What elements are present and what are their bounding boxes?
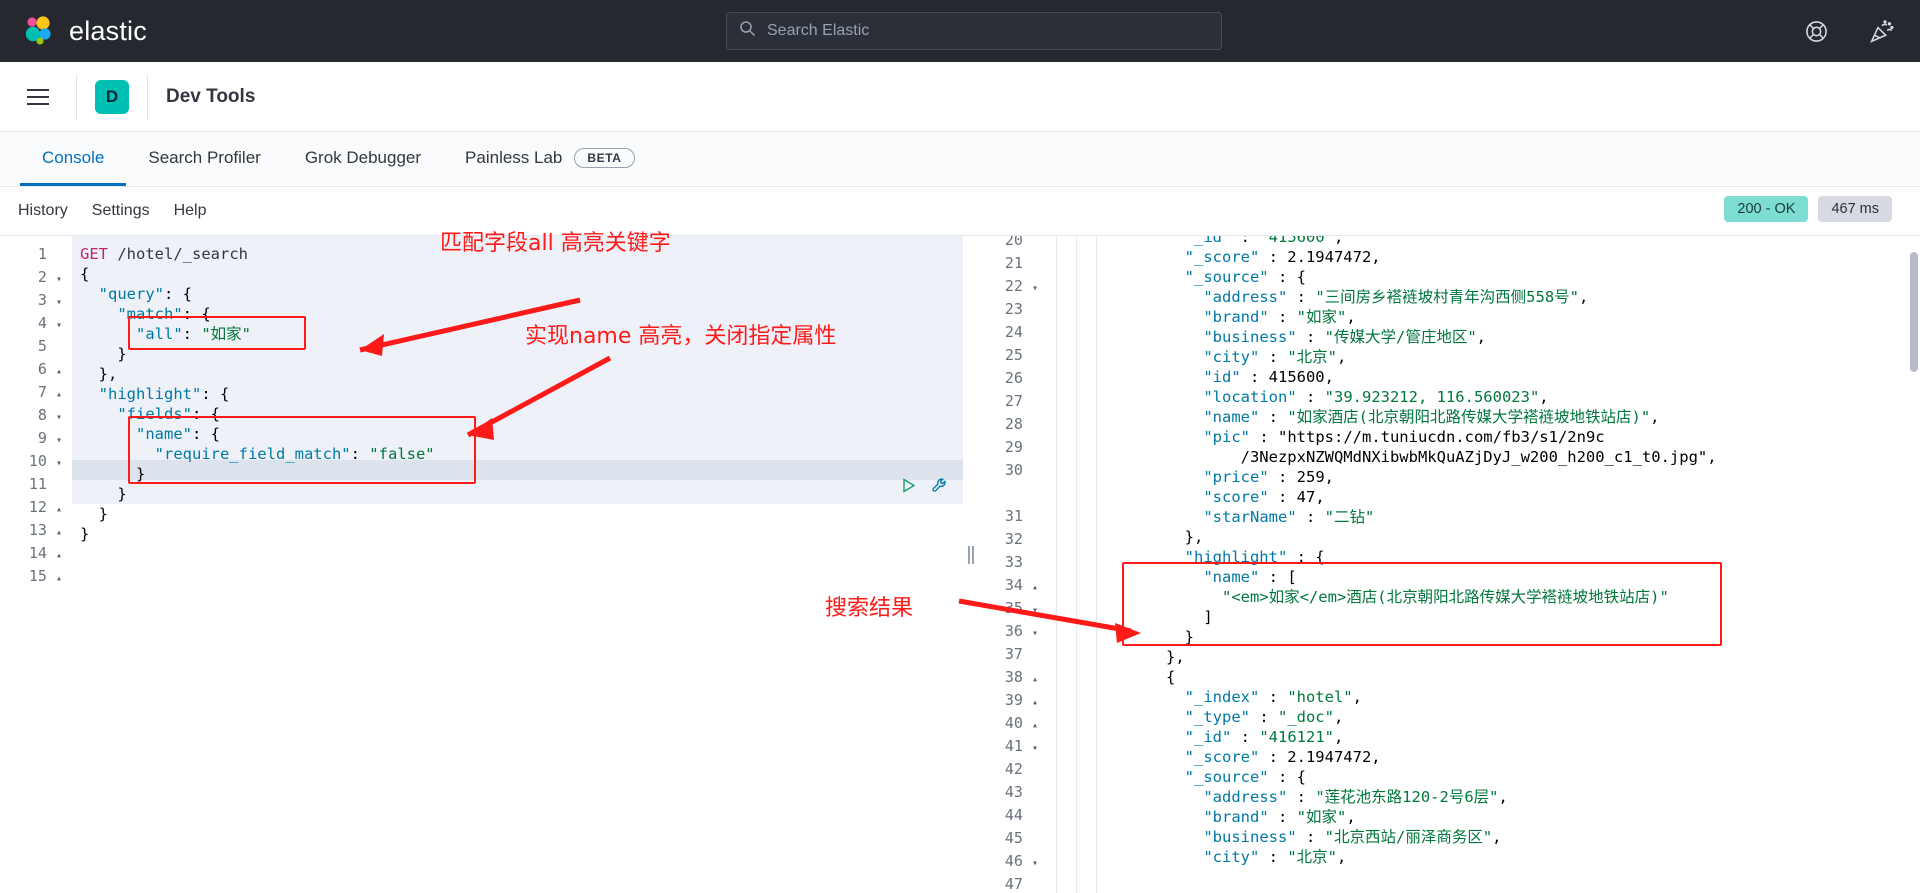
indent-guide — [1096, 236, 1097, 893]
indent-guide — [1056, 236, 1057, 893]
beta-badge: BETA — [574, 147, 635, 168]
wrench-settings-icon[interactable] — [931, 477, 948, 499]
annotation-arrow-name-highlight — [466, 355, 612, 440]
tab-console[interactable]: Console — [20, 132, 127, 186]
editor-line-numbers: 1 2 ▾ 3 ▾ 4 ▾ 5 6 ▴ 7 ▴ 8 ▾ 9 ▾ 10 ▾ 11 12 ▴ 13 ▴… — [28, 245, 62, 585]
settings-link[interactable]: Settings — [92, 202, 150, 220]
tab-grok-debugger-label: Grok Debugger — [304, 147, 422, 167]
tab-painless-lab-label: Painless Lab — [465, 147, 563, 167]
lifebuoy-help-icon[interactable] — [1804, 19, 1829, 44]
annotation-text-search-result: 搜索结果 — [825, 596, 914, 621]
annotation-box-search-result — [1122, 562, 1722, 646]
tab-search-profiler-label: Search Profiler — [148, 147, 261, 167]
help-link[interactable]: Help — [174, 202, 207, 220]
vertical-scrollbar[interactable] — [1910, 252, 1918, 372]
history-link[interactable]: History — [18, 202, 68, 220]
brand-logo-area[interactable]: elastic — [22, 14, 147, 48]
party-popper-announcement-icon[interactable] — [1869, 19, 1894, 44]
splitter-grip-icon — [968, 546, 975, 564]
editor-action-icons — [900, 477, 948, 499]
annotation-box-highlight-fields — [128, 416, 476, 484]
pane-splitter-handle[interactable] — [963, 236, 980, 893]
indent-guide — [1076, 236, 1077, 893]
response-json-code: "_type" : "_doc", "_id" : "415600", "_sc… — [1110, 236, 1717, 866]
search-icon — [739, 20, 756, 42]
console-action-row: History Settings Help 200 - OK 467 ms — [0, 187, 1920, 235]
tab-console-label: Console — [42, 147, 105, 167]
response-line-numbers: 19 20 21 22 ▾23 24 25 26 27 28 29 30 31 … — [1004, 236, 1038, 893]
tab-strip: Console Search Profiler Grok Debugger Pa… — [0, 132, 1920, 187]
divider — [76, 73, 77, 120]
annotation-box-match-all — [128, 316, 306, 350]
global-search-bar[interactable]: Search Elastic — [726, 12, 1222, 50]
breadcrumb-bar: D Dev Tools — [0, 62, 1920, 132]
duration-badge: 467 ms — [1818, 196, 1892, 222]
search-placeholder: Search Elastic — [767, 22, 870, 39]
tab-grok-debugger[interactable]: Grok Debugger — [283, 132, 443, 186]
hamburger-menu-icon[interactable] — [18, 77, 58, 117]
status-badge: 200 - OK — [1724, 196, 1809, 222]
brand-name: elastic — [69, 15, 147, 46]
tab-search-profiler[interactable]: Search Profiler — [126, 132, 282, 186]
status-group: 200 - OK 467 ms — [1724, 196, 1892, 222]
tab-painless-lab[interactable]: Painless Lab BETA — [443, 132, 657, 186]
annotation-text-match-all: 匹配字段all 高亮关键字 — [440, 231, 671, 256]
play-run-request-icon[interactable] — [900, 477, 917, 499]
top-bar-icon-group — [1804, 0, 1894, 62]
global-top-bar: elastic Search Elastic — [0, 0, 1920, 62]
page-title: Dev Tools — [166, 85, 256, 107]
annotation-arrow-search-result — [958, 598, 1141, 643]
annotation-text-name-highlight: 实现name 高亮，关闭指定属性 — [525, 324, 837, 349]
divider — [147, 73, 148, 120]
elastic-logo-icon — [22, 14, 56, 48]
space-avatar-badge[interactable]: D — [95, 79, 129, 114]
